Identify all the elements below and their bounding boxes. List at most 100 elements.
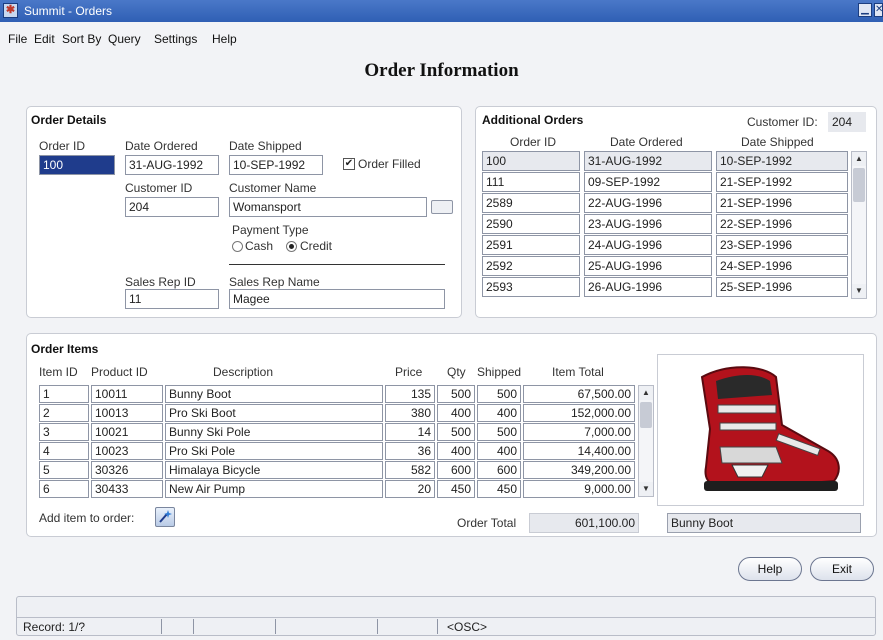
product-id-cell[interactable]: 10021 [91,423,163,441]
shipped-cell[interactable]: 400 [477,442,521,460]
price-cell[interactable]: 582 [385,461,435,479]
customer-lov-button[interactable] [431,200,453,214]
scroll-down-icon[interactable]: ▼ [852,284,866,298]
shipped-cell[interactable]: 400 [477,404,521,422]
description-cell[interactable]: Bunny Ski Pole [165,423,383,441]
price-cell[interactable]: 36 [385,442,435,460]
menu-query[interactable]: Query [108,32,141,46]
ao-date-shipped-cell[interactable]: 22-SEP-1996 [716,214,848,234]
ao-date-ordered-cell[interactable]: 24-AUG-1996 [584,235,712,255]
qty-cell[interactable]: 400 [437,404,475,422]
ao-order-id-cell[interactable]: 2589 [482,193,580,213]
ao-order-id-cell[interactable]: 111 [482,172,580,192]
ao-date-shipped-cell[interactable]: 21-SEP-1996 [716,193,848,213]
menu-edit[interactable]: Edit [34,32,55,46]
sales-rep-id-field[interactable]: 11 [125,289,219,309]
menu-help[interactable]: Help [212,32,237,46]
date-ordered-field[interactable]: 31-AUG-1992 [125,155,219,175]
product-id-cell[interactable]: 10023 [91,442,163,460]
scroll-up-icon[interactable]: ▲ [852,152,866,166]
item-id-cell[interactable]: 6 [39,480,89,498]
price-cell[interactable]: 14 [385,423,435,441]
item-id-cell[interactable]: 3 [39,423,89,441]
qty-cell[interactable]: 400 [437,442,475,460]
item-total-cell[interactable]: 9,000.00 [523,480,635,498]
price-cell[interactable]: 20 [385,480,435,498]
description-cell[interactable]: Himalaya Bicycle [165,461,383,479]
ao-order-id-cell[interactable]: 2590 [482,214,580,234]
item-total-cell[interactable]: 7,000.00 [523,423,635,441]
description-cell[interactable]: Pro Ski Pole [165,442,383,460]
additional-orders-scrollbar[interactable]: ▲ ▼ [851,151,867,299]
help-button[interactable]: Help [738,557,802,581]
item-total-cell[interactable]: 14,400.00 [523,442,635,460]
item-id-cell[interactable]: 5 [39,461,89,479]
ao-date-ordered-cell[interactable]: 09-SEP-1992 [584,172,712,192]
ao-order-id-cell[interactable]: 2592 [482,256,580,276]
ao-date-shipped-cell[interactable]: 24-SEP-1996 [716,256,848,276]
wizard-icon[interactable] [155,507,175,527]
item-id-cell[interactable]: 2 [39,404,89,422]
product-id-cell[interactable]: 30433 [91,480,163,498]
ao-date-shipped-cell[interactable]: 25-SEP-1996 [716,277,848,297]
menu-file[interactable]: File [8,32,27,46]
qty-cell[interactable]: 500 [437,423,475,441]
menu-settings[interactable]: Settings [154,32,197,46]
additional-orders-panel: Additional Orders Customer ID: 204 Order… [475,106,877,318]
customer-id-label: Customer ID [125,181,193,195]
order-filled-checkbox[interactable]: ✔ [343,158,355,170]
payment-cash-radio[interactable] [232,241,243,252]
order-items-scrollbar[interactable]: ▲ ▼ [638,385,654,497]
product-id-cell[interactable]: 10011 [91,385,163,403]
item-total-cell[interactable]: 349,200.00 [523,461,635,479]
payment-cash-label: Cash [245,239,274,253]
menu-sort-by[interactable]: Sort By [62,32,101,46]
description-cell[interactable]: New Air Pump [165,480,383,498]
sales-rep-name-field[interactable]: Magee [229,289,445,309]
payment-credit-radio[interactable] [286,241,297,252]
shipped-cell[interactable]: 500 [477,385,521,403]
col-date-shipped: Date Shipped [741,135,814,149]
scroll-thumb[interactable] [640,402,652,428]
ao-date-shipped-cell[interactable]: 23-SEP-1996 [716,235,848,255]
item-id-cell[interactable]: 4 [39,442,89,460]
ao-date-ordered-cell[interactable]: 22-AUG-1996 [584,193,712,213]
ao-date-shipped-cell[interactable]: 10-SEP-1992 [716,151,848,171]
price-cell[interactable]: 380 [385,404,435,422]
ao-date-shipped-cell[interactable]: 21-SEP-1992 [716,172,848,192]
shipped-cell[interactable]: 500 [477,423,521,441]
date-shipped-field[interactable]: 10-SEP-1992 [229,155,323,175]
osc-indicator: <OSC> [447,620,488,634]
ao-date-ordered-cell[interactable]: 31-AUG-1992 [584,151,712,171]
item-id-cell[interactable]: 1 [39,385,89,403]
price-cell[interactable]: 135 [385,385,435,403]
description-cell[interactable]: Bunny Boot [165,385,383,403]
item-total-cell[interactable]: 152,000.00 [523,404,635,422]
ao-date-ordered-cell[interactable]: 25-AUG-1996 [584,256,712,276]
item-total-cell[interactable]: 67,500.00 [523,385,635,403]
qty-cell[interactable]: 500 [437,385,475,403]
customer-id-field[interactable]: 204 [125,197,219,217]
shipped-cell[interactable]: 450 [477,480,521,498]
scroll-thumb[interactable] [853,168,865,202]
date-ordered-label: Date Ordered [125,139,198,153]
order-id-field[interactable]: 100 [39,155,115,175]
scroll-down-icon[interactable]: ▼ [639,482,653,496]
ao-order-id-cell[interactable]: 100 [482,151,580,171]
ao-order-id-cell[interactable]: 2591 [482,235,580,255]
minimize-icon[interactable]: ▁ [858,3,872,17]
scroll-up-icon[interactable]: ▲ [639,386,653,400]
ao-order-id-cell[interactable]: 2593 [482,277,580,297]
ao-date-ordered-cell[interactable]: 26-AUG-1996 [584,277,712,297]
ao-date-ordered-cell[interactable]: 23-AUG-1996 [584,214,712,234]
shipped-cell[interactable]: 600 [477,461,521,479]
exit-button[interactable]: Exit [810,557,874,581]
qty-cell[interactable]: 600 [437,461,475,479]
close-icon[interactable]: ✕ [874,3,883,17]
description-cell[interactable]: Pro Ski Boot [165,404,383,422]
qty-cell[interactable]: 450 [437,480,475,498]
product-id-cell[interactable]: 30326 [91,461,163,479]
sales-rep-name-label: Sales Rep Name [229,275,320,289]
product-id-cell[interactable]: 10013 [91,404,163,422]
customer-name-field[interactable]: Womansport [229,197,427,217]
